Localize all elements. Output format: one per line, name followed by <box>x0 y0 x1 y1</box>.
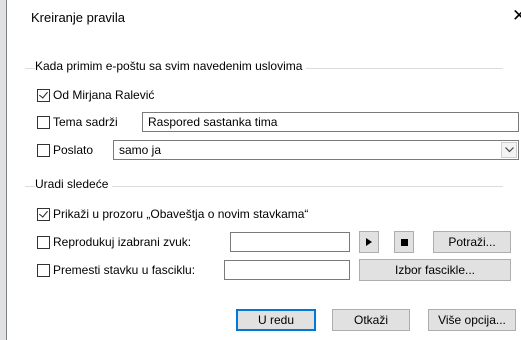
chevron-down-icon[interactable] <box>501 142 517 158</box>
actions-heading: Uradi sledeće <box>35 177 113 191</box>
play-sound-checkbox[interactable] <box>37 235 50 249</box>
close-icon[interactable]: ✕ <box>512 6 521 26</box>
subject-condition[interactable]: Tema sadrži <box>37 115 118 129</box>
sent-to-label: Poslato <box>53 143 94 157</box>
from-checkbox[interactable] <box>37 88 50 102</box>
sent-to-condition[interactable]: Poslato <box>37 143 93 157</box>
subject-input[interactable]: Raspored sastanka tima <box>142 112 519 132</box>
from-condition[interactable]: Od Mirjana Ralević <box>37 88 154 102</box>
move-to-folder-action[interactable]: Premesti stavku u fasciklu: <box>37 263 195 277</box>
from-label: Od Mirjana Ralević <box>53 88 155 102</box>
title-bar: Kreiranje pravila ✕ <box>7 0 521 36</box>
subject-checkbox[interactable] <box>37 115 50 129</box>
move-to-folder-label: Premesti stavku u fasciklu: <box>53 263 196 277</box>
sent-to-checkbox[interactable] <box>37 143 50 157</box>
play-sound-label: Reprodukuj izabrani zvuk: <box>53 235 192 249</box>
sent-to-selected: samo ja <box>119 143 162 157</box>
folder-input[interactable] <box>224 260 350 280</box>
ok-button[interactable]: U redu <box>236 309 316 331</box>
browse-button[interactable]: Potraži... <box>433 231 511 253</box>
dialog-title: Kreiranje pravila <box>31 10 125 25</box>
select-folder-button[interactable]: Izbor fascikle... <box>359 259 511 281</box>
stop-icon <box>400 238 408 246</box>
subject-label: Tema sadrži <box>53 115 118 129</box>
cancel-button[interactable]: Otkaži <box>332 309 410 331</box>
stop-sound-button[interactable] <box>394 231 414 253</box>
sent-to-combobox[interactable]: samo ja <box>113 140 519 160</box>
more-options-button[interactable]: Više opcija... <box>428 309 516 331</box>
create-rule-dialog: Kreiranje pravila ✕ Kada primim e-poštu … <box>6 0 521 340</box>
display-alert-checkbox[interactable] <box>37 207 50 221</box>
play-sound-button[interactable] <box>359 231 379 253</box>
conditions-heading: Kada primim e-poštu sa svim navedenim us… <box>35 59 307 73</box>
display-alert-label: Prikaži u prozoru „Obaveštja o novim sta… <box>53 207 309 221</box>
display-alert-action[interactable]: Prikaži u prozoru „Obaveštja o novim sta… <box>37 207 308 221</box>
play-sound-action[interactable]: Reprodukuj izabrani zvuk: <box>37 235 191 249</box>
move-to-folder-checkbox[interactable] <box>37 263 50 277</box>
sound-file-input[interactable] <box>230 232 350 252</box>
play-icon <box>366 238 372 246</box>
